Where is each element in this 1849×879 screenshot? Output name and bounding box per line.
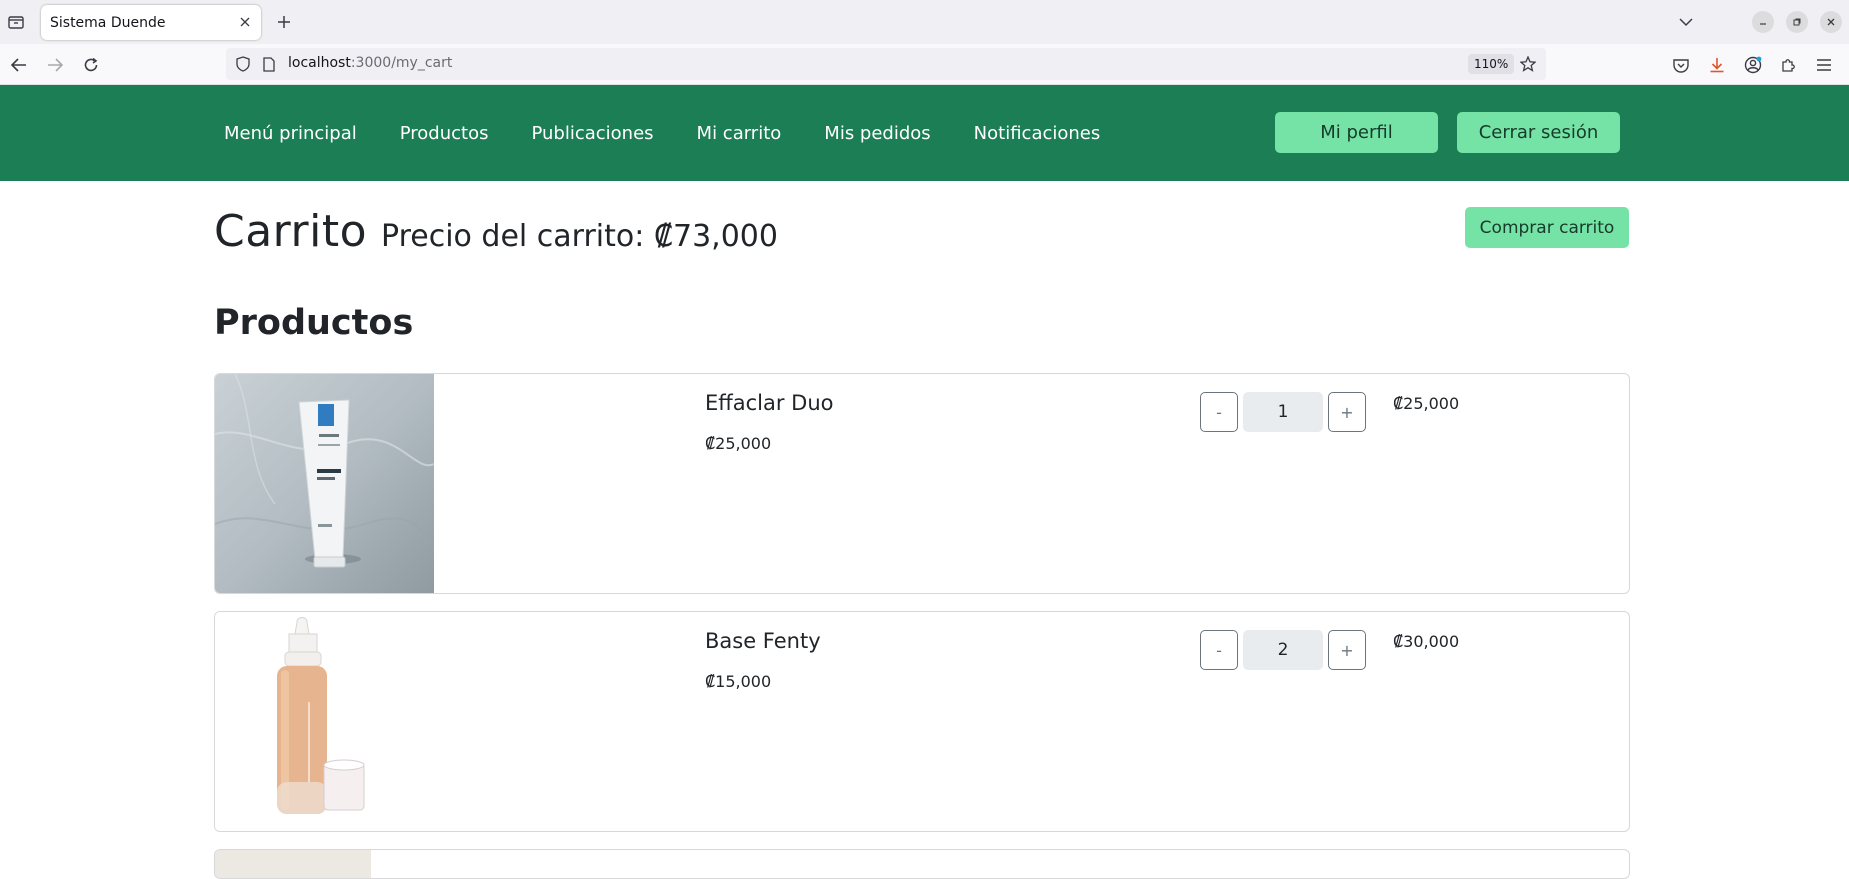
download-icon[interactable] [1705, 53, 1729, 77]
close-icon[interactable] [235, 12, 255, 32]
product-image [215, 850, 371, 878]
browser-toolbar: localhost:3000/my_cart 110% [0, 44, 1849, 85]
zoom-level[interactable]: 110% [1468, 54, 1515, 74]
reload-icon[interactable] [78, 52, 104, 78]
product-image [215, 612, 434, 831]
cart-item: Effaclar Duo ₡25,000 - 1 + ₡25,000 [214, 373, 1630, 594]
nav-link-notificaciones[interactable]: Notificaciones [974, 123, 1101, 144]
star-icon[interactable] [1519, 55, 1537, 73]
pocket-icon[interactable] [1669, 53, 1693, 77]
increase-quantity-button[interactable]: + [1328, 630, 1366, 670]
nav-link-productos[interactable]: Productos [400, 123, 489, 144]
quantity-field[interactable]: 1 [1243, 392, 1323, 432]
product-name: Effaclar Duo [705, 391, 834, 415]
minimize-icon[interactable] [1752, 11, 1774, 33]
product-unit-price: ₡15,000 [705, 672, 772, 691]
page-icon[interactable] [260, 55, 278, 73]
product-line-total: ₡30,000 [1393, 632, 1460, 651]
nav-link-publicaciones[interactable]: Publicaciones [531, 123, 653, 144]
product-unit-price: ₡25,000 [705, 434, 772, 453]
url-text: localhost:3000/my_cart [288, 55, 452, 71]
back-arrow-icon[interactable] [6, 52, 32, 78]
nav-link-mis-pedidos[interactable]: Mis pedidos [824, 123, 930, 144]
puzzle-icon[interactable] [1777, 53, 1801, 77]
chevron-down-icon[interactable] [1675, 11, 1697, 33]
logout-button[interactable]: Cerrar sesión [1457, 112, 1620, 153]
cart-item: Base Fenty ₡15,000 - 2 + ₡30,000 [214, 611, 1630, 832]
browser-tab-bar: Sistema Duende [0, 0, 1849, 44]
nav-link-mi-carrito[interactable]: Mi carrito [697, 123, 782, 144]
restore-icon[interactable] [1786, 11, 1808, 33]
product-line-total: ₡25,000 [1393, 394, 1460, 413]
browser-tab[interactable]: Sistema Duende [41, 5, 261, 40]
account-icon[interactable] [1741, 53, 1765, 77]
nav-link-menu-principal[interactable]: Menú principal [224, 123, 357, 144]
profile-button[interactable]: Mi perfil [1275, 112, 1438, 153]
url-path: :3000/my_cart [350, 55, 453, 71]
page-title: Carrito [214, 206, 367, 257]
products-section-title: Productos [214, 303, 414, 343]
cart-item [214, 849, 1630, 879]
tab-title: Sistema Duende [50, 14, 166, 31]
decrease-quantity-button[interactable]: - [1200, 392, 1238, 432]
cart-total-price: Precio del carrito: ₡73,000 [381, 219, 778, 254]
tab-list-icon[interactable] [4, 10, 28, 34]
plus-icon[interactable] [272, 10, 296, 34]
product-image [215, 374, 434, 593]
nav-links: Menú principal Productos Publicaciones M… [224, 85, 1143, 181]
buy-cart-button[interactable]: Comprar carrito [1465, 207, 1629, 248]
decrease-quantity-button[interactable]: - [1200, 630, 1238, 670]
hamburger-menu-icon[interactable] [1812, 53, 1836, 77]
forward-arrow-icon[interactable] [42, 52, 68, 78]
window-close-icon[interactable] [1820, 11, 1842, 33]
shield-icon[interactable] [234, 55, 252, 73]
url-bar[interactable]: localhost:3000/my_cart 110% [226, 48, 1546, 80]
product-name: Base Fenty [705, 629, 821, 653]
quantity-field[interactable]: 2 [1243, 630, 1323, 670]
increase-quantity-button[interactable]: + [1328, 392, 1366, 432]
url-host: localhost [288, 55, 351, 71]
